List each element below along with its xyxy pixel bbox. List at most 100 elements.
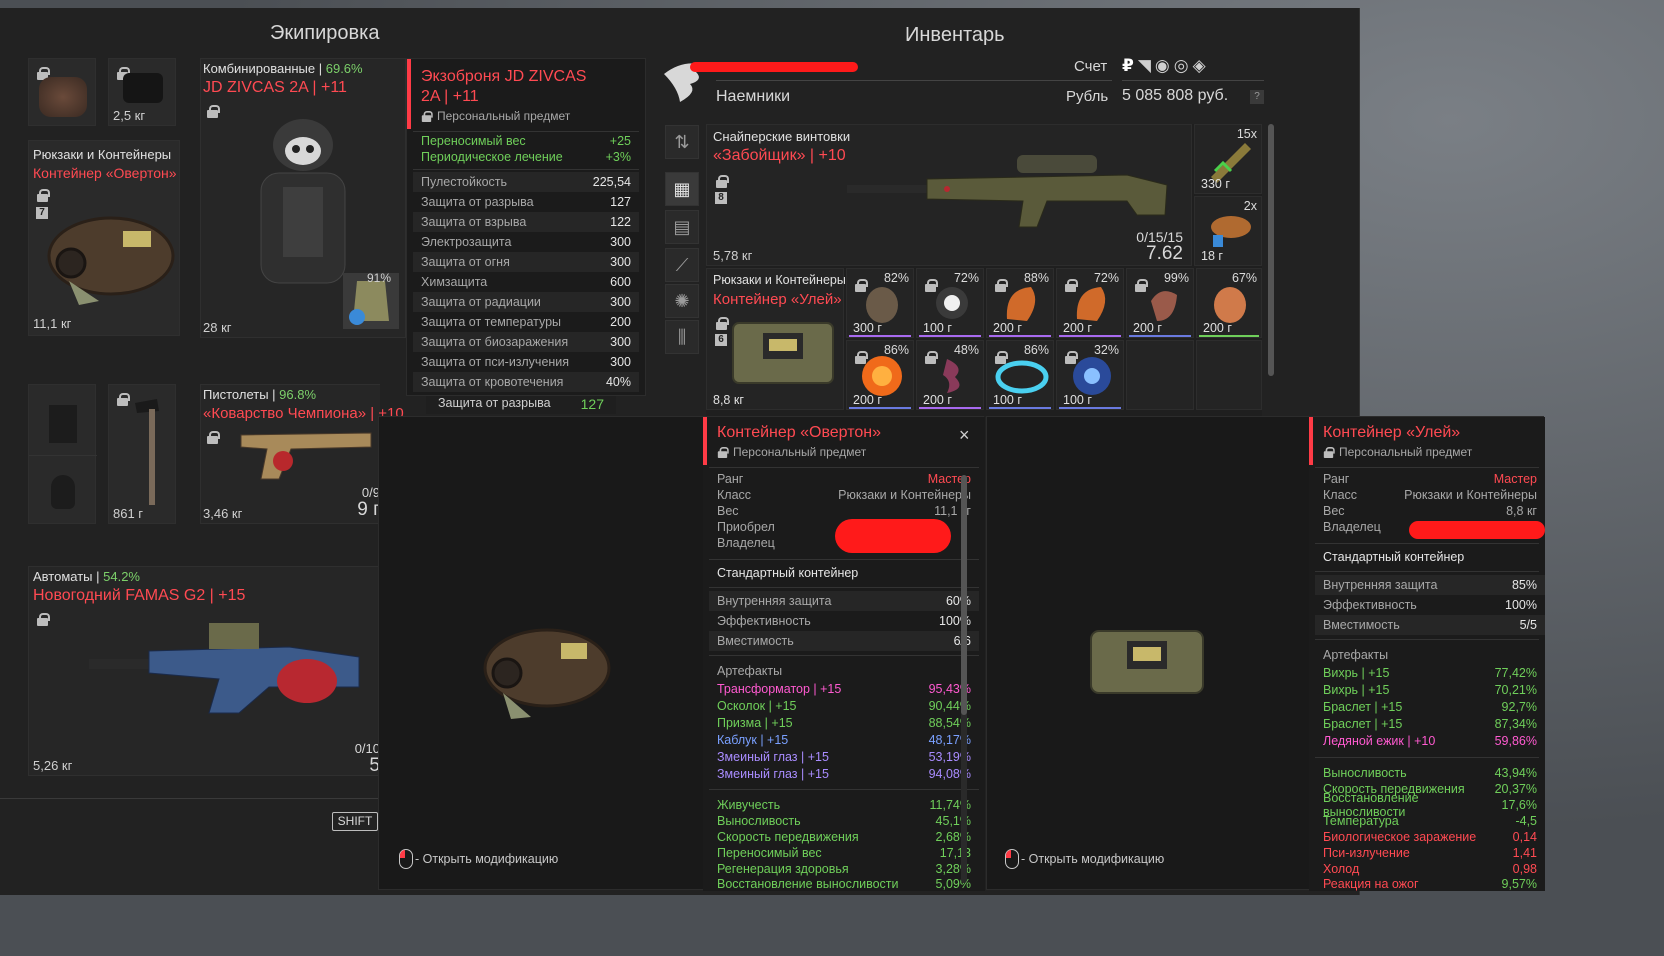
artifact-icon: [1151, 291, 1177, 321]
divider: [1315, 543, 1539, 544]
artifact-item[interactable]: 86% 100 г: [986, 340, 1054, 410]
ammo-stack-item[interactable]: 15x 330 г: [1194, 124, 1262, 194]
artifact-icon: [936, 287, 968, 319]
token-icon-1[interactable]: ◥: [1138, 56, 1151, 76]
empty-cell[interactable]: [1126, 340, 1194, 410]
close-icon[interactable]: ×: [959, 425, 970, 446]
token-icon-3[interactable]: ◎: [1174, 56, 1189, 76]
axe-icon: [135, 399, 159, 505]
nightvision-slot[interactable]: 2,5 кг: [108, 58, 176, 126]
token-icon-2[interactable]: ◉: [1155, 56, 1170, 76]
rarity-bar: [919, 335, 981, 337]
stat-row: Защита от взрыва 122: [413, 212, 639, 232]
armor-weight: 28 кг: [203, 320, 232, 335]
token-icon-4[interactable]: ◈: [1193, 56, 1206, 76]
bonus-row: Периодическое лечение +3%: [421, 150, 631, 164]
armor-filter-icon[interactable]: ▤: [665, 210, 699, 244]
hive-container-item[interactable]: Рюкзаки и Контейнеры Контейнер «Улей» 6 …: [706, 268, 846, 410]
artifact-weight: 100 г: [1063, 393, 1092, 407]
inventory-scrollbar[interactable]: [1268, 124, 1274, 376]
melee-slot[interactable]: 861 г: [108, 384, 176, 524]
ammo-stack-item[interactable]: 2x 18 г: [1194, 196, 1262, 266]
nv-weight: 2,5 кг: [113, 108, 146, 123]
help-button[interactable]: ?: [1250, 90, 1264, 104]
container-weight: 8,8 кг: [713, 393, 744, 407]
redacted-owner: [1409, 521, 1545, 539]
artifact-item[interactable]: 72% 200 г: [1056, 268, 1124, 338]
nightvision-icon: [123, 73, 163, 103]
artifact-weight: 200 г: [993, 321, 1022, 335]
sort-icon[interactable]: ⇅: [665, 125, 699, 159]
backpack-slot[interactable]: Рюкзаки и Контейнеры Контейнер «Овертон»…: [28, 140, 180, 336]
artifact-item[interactable]: 88% 200 г: [986, 268, 1054, 338]
artifact-item[interactable]: 82% 300 г: [846, 268, 914, 338]
grid-view-icon[interactable]: ▦: [665, 172, 699, 206]
armor-name: JD ZIVCAS 2A | +11: [203, 79, 347, 96]
armor-tooltip: Экзоброня JD ZIVCAS 2A | +11 Персональны…: [406, 58, 646, 396]
ruble-icon[interactable]: ₽: [1122, 56, 1134, 76]
empty-cell[interactable]: [1196, 340, 1262, 410]
artifact-row: Вихрь | +15 70,21%: [1323, 682, 1537, 697]
title-accent: [1309, 417, 1313, 465]
artifact-item[interactable]: 48% 200 г: [916, 340, 984, 410]
effect-row: Реакция на ожог 9,57%: [1323, 877, 1537, 891]
rarity-bar: [1199, 335, 1259, 337]
ammo-filter-icon[interactable]: ⫼: [665, 320, 699, 354]
artifact-row: Вихрь | +15 77,42%: [1323, 665, 1537, 680]
overton-3d-preview: [483, 628, 611, 719]
artifact-item[interactable]: 67% 200 г: [1196, 268, 1262, 338]
effect-row: Восстановление выносливости 5,09%: [717, 877, 971, 891]
sniper-rifle-item[interactable]: Снайперские винтовки «Забойщик» | +10 8 …: [706, 124, 1192, 266]
artifact-item[interactable]: 86% 200 г: [846, 340, 914, 410]
stat-row: Защита от кровотечения 40%: [413, 372, 639, 392]
details-scrollbar[interactable]: [961, 475, 967, 883]
artifact-item[interactable]: 32% 100 г: [1056, 340, 1124, 410]
effect-row: Скорость передвижения 2,68%: [717, 830, 971, 844]
rifle-ammo: 0/10: [354, 741, 380, 756]
level-badge: 6: [715, 334, 727, 346]
faction-name: Наемники: [716, 88, 791, 105]
pistol-slot[interactable]: Пистолеты | 96.8% «Коварство Чемпиона» |…: [200, 384, 404, 524]
overton-title-block: Контейнер «Овертон» Персональный предмет: [703, 417, 985, 465]
quick-slots[interactable]: [28, 384, 97, 524]
shift-key-hint[interactable]: SHIFT: [332, 812, 378, 831]
rifle-slot[interactable]: Автоматы | 54.2% Новогодний FAMAS G2 | +…: [28, 566, 380, 776]
container-category: Рюкзаки и Контейнеры: [713, 273, 846, 287]
armor-slot[interactable]: Комбинированные | 69.6% JD ZIVCAS 2A | +…: [200, 58, 406, 338]
info-row: Ранг Мастер: [717, 472, 971, 486]
prop-row: Вместимость6/6: [709, 631, 979, 651]
scroll-thumb[interactable]: [1268, 124, 1274, 376]
scroll-thumb[interactable]: [961, 475, 967, 715]
artifact-item[interactable]: 99% 200 г: [1126, 268, 1194, 338]
stat-row: Защита от температуры 200: [421, 315, 631, 329]
info-row: Ранг Мастер: [1323, 472, 1537, 486]
effect-row: Биологическое заражение 0,14: [1323, 830, 1537, 844]
artifact-weight: 200 г: [923, 393, 952, 407]
container-name: Контейнер «Улей»: [713, 291, 842, 308]
artifact-row: Каблук | +15 48,17%: [717, 732, 971, 747]
stat-row: Химзащита 600: [421, 275, 631, 289]
info-row: Вес 11,1 кг: [717, 504, 971, 518]
artifact-row: Змеиный глаз | +15 53,19%: [717, 749, 971, 764]
artifact-icon: [1214, 287, 1246, 323]
rarity-bar: [1129, 335, 1191, 337]
artifact-item[interactable]: 72% 100 г: [916, 268, 984, 338]
container-type: Стандартный контейнер: [1323, 550, 1465, 564]
armor-category: Комбинированные | 69.6%: [203, 61, 363, 76]
currency-switcher[interactable]: ₽ ◥ ◉ ◎ ◈: [1122, 56, 1210, 76]
artifact-row: Браслет | +15 92,7%: [1323, 699, 1537, 714]
divider: [1315, 757, 1539, 758]
backpack-icon: [47, 216, 175, 305]
divider: [29, 455, 97, 456]
rarity-bar: [989, 407, 1051, 409]
divider: [413, 169, 639, 170]
rarity-bar: [849, 335, 911, 337]
face-slot[interactable]: [28, 58, 96, 126]
rifle-category: Автоматы | 54.2%: [33, 569, 140, 584]
artifact-weight: 200 г: [1063, 321, 1092, 335]
container-type: Стандартный контейнер: [717, 566, 859, 580]
sniper-weight: 5,78 кг: [713, 248, 753, 263]
artifact-filter-icon[interactable]: ✺: [665, 284, 699, 318]
rifle-name: Новогодний FAMAS G2 | +15: [33, 587, 246, 604]
weapon-filter-icon[interactable]: ⟋: [665, 248, 699, 282]
